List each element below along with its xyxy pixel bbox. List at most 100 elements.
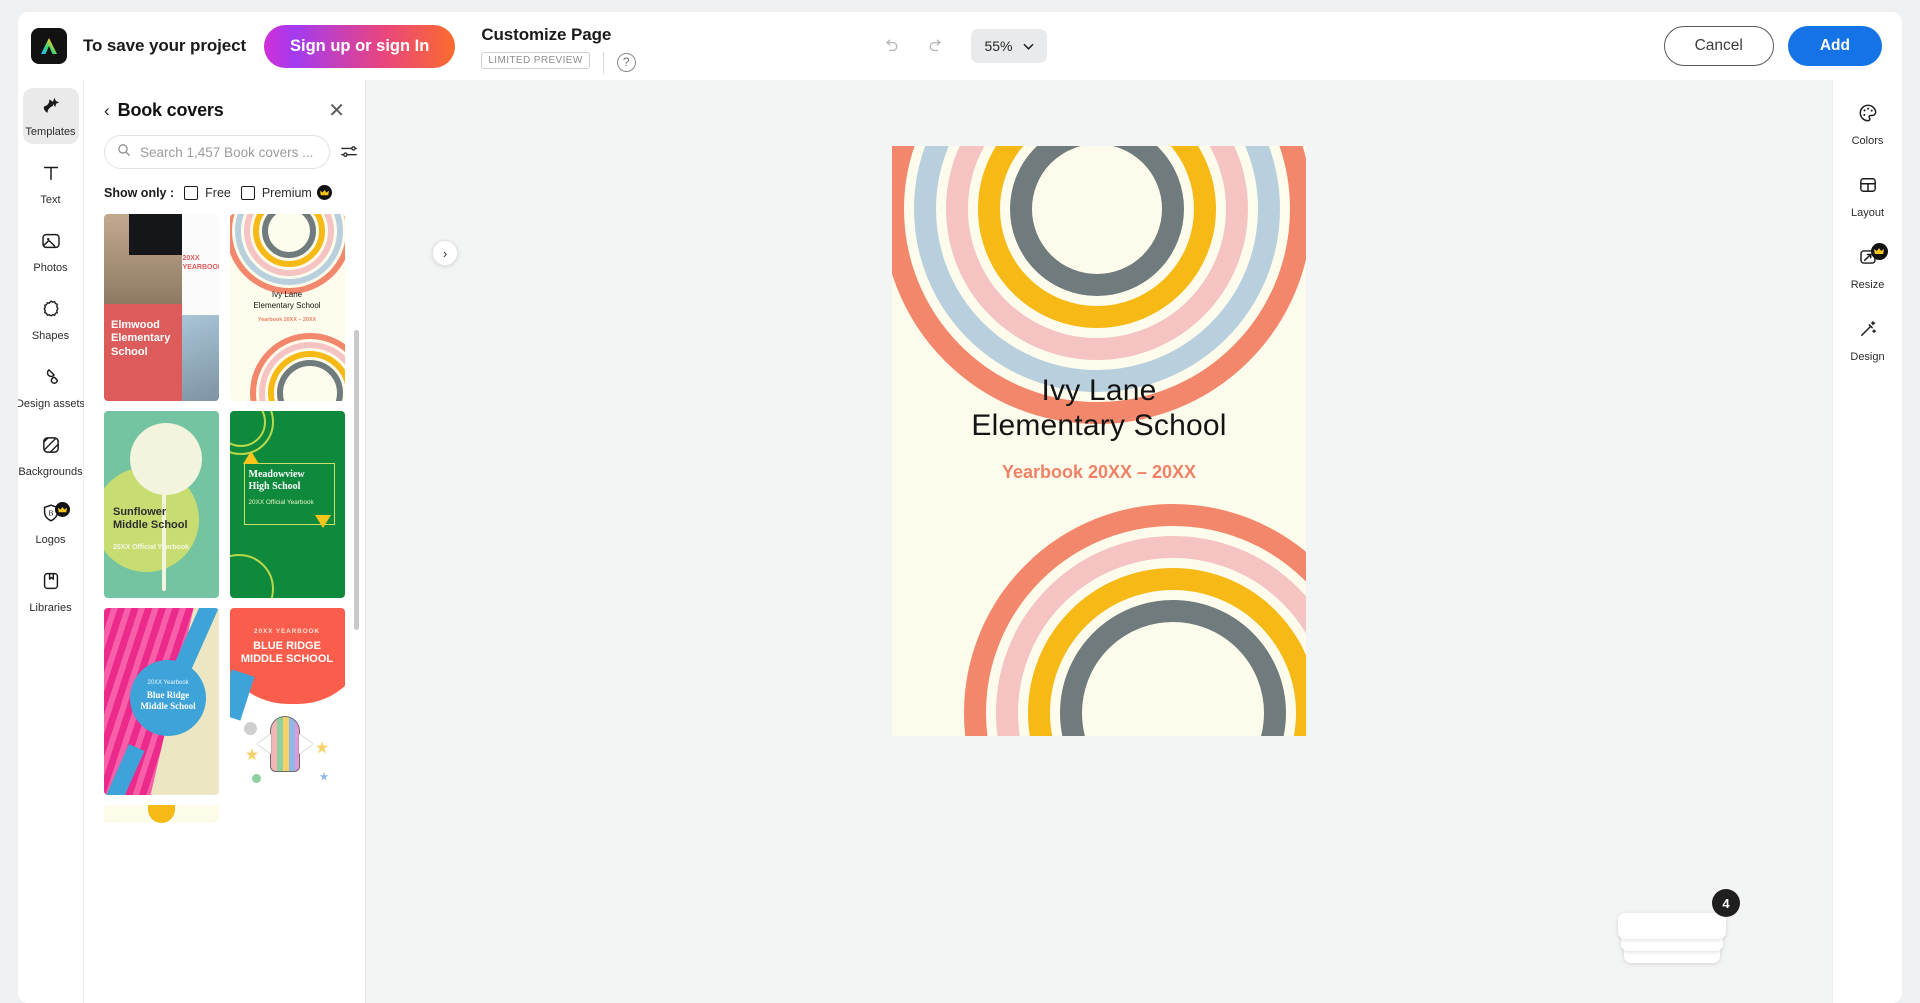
show-only-label: Show only : — [104, 185, 175, 200]
header-actions: Cancel Add — [1663, 26, 1882, 66]
premium-crown-icon — [54, 502, 70, 517]
signup-signin-button[interactable]: Sign up or sign In — [264, 24, 456, 68]
tool-label: Layout — [1850, 206, 1885, 219]
search-box[interactable] — [104, 135, 330, 169]
canvas-title-line1: Ivy Lane — [1041, 374, 1157, 407]
zoom-level-value: 55% — [984, 38, 1013, 54]
list-item[interactable]: Elmwood Elementary School 20XX YEARBOOK — [104, 214, 219, 401]
canvas-title-line2: Elementary School — [971, 408, 1227, 442]
tool-label: Resize — [1850, 278, 1885, 291]
magic-wand-icon — [1857, 318, 1879, 345]
filter-premium-checkbox[interactable]: Premium — [240, 185, 332, 200]
layout-icon — [1857, 174, 1879, 201]
left-navigation-rail: Templates Text Photos Shapes Design asse… — [18, 80, 85, 1003]
search-input[interactable] — [140, 144, 317, 160]
header-divider — [602, 51, 604, 74]
sidebar-item-label: Photos — [33, 262, 68, 274]
sidebar-item-libraries[interactable]: Libraries — [23, 564, 79, 620]
search-row — [84, 121, 365, 169]
templates-scroll-area[interactable]: ElmwoodElementarySchool 20XXYEARBOOK — [84, 210, 365, 1003]
backgrounds-icon — [40, 434, 62, 461]
document-title-group: Customize Page LIMITED PREVIEW ? — [481, 24, 636, 74]
cancel-button[interactable]: Cancel — [1663, 26, 1774, 66]
panel-collapse-button[interactable]: › — [432, 240, 458, 266]
palette-icon — [1857, 102, 1879, 129]
tool-design[interactable]: Design — [1838, 310, 1898, 370]
list-item[interactable]: Sunflower Middle School 20XX Official Yea… — [104, 411, 219, 598]
checkbox-box — [184, 185, 199, 200]
chevron-left-icon: ‹ — [104, 100, 110, 120]
limited-preview-badge: LIMITED PREVIEW — [481, 52, 590, 69]
filter-free-checkbox[interactable]: Free — [184, 185, 231, 200]
help-icon[interactable]: ? — [616, 53, 636, 72]
sidebar-item-label: Shapes — [31, 330, 70, 342]
shapes-icon — [40, 298, 62, 325]
design-canvas-area[interactable]: Ivy Lane Elementary School Yearbook 20XX… — [366, 80, 1832, 1003]
canvas-title: Ivy Lane Elementary School — [892, 374, 1306, 444]
panel-title: Book covers — [117, 100, 224, 120]
list-item[interactable]: 20XX Yearbook Blue Ridge Middle School — [104, 608, 219, 795]
sidebar-item-design-assets[interactable]: Design assets — [18, 360, 85, 416]
list-item[interactable] — [104, 805, 219, 823]
redo-icon[interactable] — [919, 29, 953, 63]
tool-layout[interactable]: Layout — [1838, 166, 1898, 226]
svg-text:B: B — [48, 508, 53, 517]
sidebar-item-label: Backgrounds — [18, 466, 83, 478]
templates-grid: ElmwoodElementarySchool 20XXYEARBOOK — [104, 210, 345, 823]
premium-crown-icon — [316, 185, 332, 200]
templates-panel: ‹ Book covers ✕ Search 1,457 Book covers… — [84, 80, 458, 1003]
close-icon[interactable]: ✕ — [328, 101, 345, 121]
design-assets-icon — [40, 366, 62, 393]
tool-resize[interactable]: Resize — [1838, 238, 1898, 298]
sidebar-item-label: Libraries — [29, 602, 72, 614]
filter-label: Premium — [261, 185, 312, 200]
page-title: Customize Page — [481, 24, 612, 44]
right-tools-rail: Colors Layout Resize Design — [1832, 80, 1902, 1003]
text-icon — [40, 162, 62, 189]
panel-scrollbar[interactable] — [354, 330, 359, 630]
panel-back-button[interactable]: ‹ Book covers — [104, 100, 224, 121]
chevron-down-icon — [1023, 43, 1033, 50]
list-item[interactable]: 20XX YEARBOOK BLUE RIDGE MIDDLE SCHOOL — [229, 608, 345, 795]
zoom-level-select[interactable]: 55% — [971, 29, 1047, 63]
list-item[interactable]: Meadowview High School 20XX Official Year… — [229, 411, 345, 598]
app-root: To save your project Sign up or sign In … — [0, 0, 1920, 1003]
canvas-page[interactable]: Ivy Lane Elementary School Yearbook 20XX… — [892, 146, 1306, 736]
add-button[interactable]: Add — [1787, 26, 1882, 66]
sidebar-item-label: Logos — [35, 534, 66, 546]
sidebar-item-label: Templates — [25, 126, 76, 138]
save-project-text: To save your project — [83, 36, 247, 55]
sidebar-item-templates[interactable]: Templates — [22, 88, 79, 144]
app-header: To save your project Sign up or sign In … — [18, 12, 1902, 80]
undo-icon[interactable] — [873, 29, 907, 63]
photos-icon — [40, 230, 62, 257]
sidebar-item-logos[interactable]: B Logos — [23, 496, 79, 552]
sidebar-item-photos[interactable]: Photos — [23, 224, 79, 280]
sidebar-item-label: Text — [40, 194, 61, 206]
premium-crown-icon — [1870, 243, 1888, 260]
sidebar-item-label: Design assets — [18, 398, 86, 410]
filter-label: Free — [205, 185, 231, 200]
sidebar-item-text[interactable]: Text — [23, 156, 79, 212]
libraries-icon — [40, 570, 62, 597]
show-only-filters: Show only : Free Premium — [84, 169, 365, 210]
checkbox-box — [240, 185, 255, 200]
canvas-subtitle: Yearbook 20XX – 20XX — [1001, 462, 1197, 482]
app-body: Templates Text Photos Shapes Design asse… — [18, 80, 1902, 1003]
header-center-controls: 55% — [873, 29, 1047, 63]
tool-label: Design — [1850, 350, 1885, 363]
app-logo-icon[interactable] — [31, 28, 67, 64]
list-item[interactable]: Ivy Lane Elementary School Yearbook 20XX … — [229, 214, 345, 401]
list-item[interactable] — [229, 805, 345, 823]
tool-colors[interactable]: Colors — [1838, 94, 1898, 154]
tool-label: Colors — [1851, 134, 1884, 147]
templates-icon — [40, 94, 62, 121]
sidebar-item-backgrounds[interactable]: Backgrounds — [18, 428, 83, 484]
search-icon — [117, 143, 131, 162]
page-stack[interactable]: 4 — [1618, 889, 1740, 963]
page-count-badge: 4 — [1712, 889, 1740, 917]
sidebar-item-shapes[interactable]: Shapes — [23, 292, 79, 348]
panel-header: ‹ Book covers ✕ — [84, 80, 365, 121]
filter-sliders-icon[interactable] — [340, 141, 358, 163]
page-sheet — [1618, 913, 1726, 939]
